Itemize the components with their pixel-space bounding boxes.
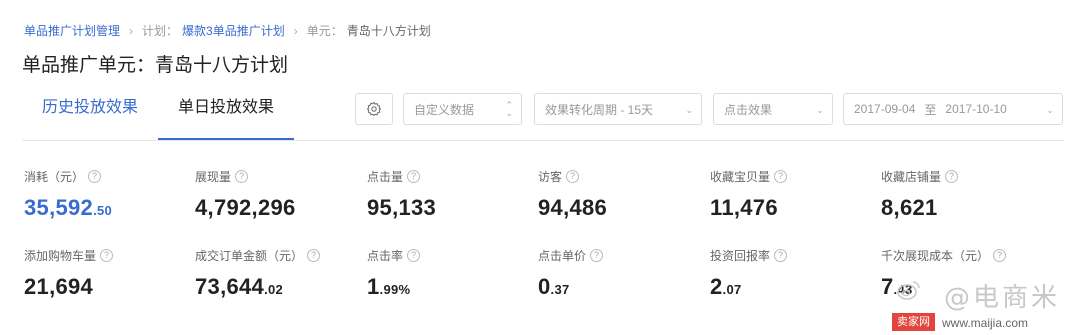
tabs-divider <box>22 140 1064 141</box>
watermark: @电商米 卖家网 www.maijia.com <box>890 275 1070 331</box>
metric-label: 展现量 <box>195 170 232 184</box>
help-icon[interactable]: ? <box>88 170 102 183</box>
metric-label: 消耗（元） <box>24 170 85 184</box>
watermark-badge: 卖家网 <box>892 313 935 331</box>
date-start: 2017-09-04 <box>854 102 916 116</box>
watermark-text: @电商米 <box>943 283 1060 313</box>
metric-label: 添加购物车量 <box>24 249 97 263</box>
metric-cpc: 点击单价? 0.37 <box>538 247 604 300</box>
metric-label: 投资回报率 <box>710 249 771 263</box>
help-icon[interactable]: ? <box>774 170 788 183</box>
custom-data-select[interactable]: 自定义数据 ⌃ ⌄ <box>403 93 522 125</box>
weibo-logo-icon <box>897 281 920 300</box>
metric-value: 95,133 <box>367 195 437 220</box>
breadcrumb: 单品推广计划管理 › 计划： 爆款3单品推广计划 › 单元： 青岛十八方计划 <box>24 22 431 39</box>
metric-value: 2.07 <box>710 274 742 299</box>
metric-value: 11,476 <box>710 195 778 220</box>
metric-label: 点击量 <box>367 170 404 184</box>
tab-bar: 历史投放效果 单日投放效果 <box>22 88 295 141</box>
breadcrumb-unit-current: 青岛十八方计划 <box>346 24 431 38</box>
help-icon[interactable]: ? <box>407 170 421 183</box>
help-icon[interactable]: ? <box>235 170 249 183</box>
metric-label: 点击单价 <box>538 249 587 263</box>
help-icon[interactable]: ? <box>590 249 604 262</box>
effect-type-select[interactable]: 点击效果 ⌄ <box>713 93 833 125</box>
help-icon[interactable]: ? <box>307 249 321 262</box>
metric-shop-favorites: 收藏店铺量? 8,621 <box>881 168 959 221</box>
breadcrumb-chevron-icon: › <box>129 23 134 38</box>
tab-history-effect[interactable]: 历史投放效果 <box>22 88 158 140</box>
breadcrumb-unit-prefix: 单元： <box>306 24 343 38</box>
metric-label: 点击率 <box>367 249 404 263</box>
settings-button[interactable] <box>355 93 393 125</box>
updown-caret-icon: ⌃ ⌄ <box>505 100 513 118</box>
metric-value: 35,592.50 <box>24 195 113 220</box>
help-icon[interactable]: ? <box>100 249 114 262</box>
metric-value: 1.99% <box>367 274 411 299</box>
metric-cost: 消耗（元）? 35,592.50 <box>24 168 112 221</box>
gear-icon <box>366 101 382 117</box>
breadcrumb-plan-prefix: 计划： <box>142 24 179 38</box>
metric-value: 21,694 <box>24 274 94 299</box>
metric-item-favorites: 收藏宝贝量? 11,476 <box>710 168 788 221</box>
breadcrumb-plan-link[interactable]: 爆款3单品推广计划 <box>182 22 285 39</box>
metric-add-to-cart: 添加购物车量? 21,694 <box>24 247 114 300</box>
effect-type-label: 点击效果 <box>724 102 773 117</box>
breadcrumb-chevron-icon: › <box>293 23 298 38</box>
help-icon[interactable]: ? <box>774 249 788 262</box>
metric-label: 成交订单金额（元） <box>195 249 304 263</box>
metric-ctr: 点击率? 1.99% <box>367 247 421 300</box>
metric-label: 千次展现成本（元） <box>881 249 990 263</box>
metric-clicks: 点击量? 95,133 <box>367 168 436 221</box>
metric-label: 收藏宝贝量 <box>710 170 771 184</box>
page-title: 单品推广单元：青岛十八方计划 <box>22 55 289 76</box>
conversion-period-label: 效果转化周期 - 15天 <box>545 102 654 117</box>
chevron-down-icon: ⌄ <box>1046 105 1054 115</box>
metric-label: 收藏店铺量 <box>881 170 942 184</box>
chevron-down-icon: ⌄ <box>685 105 693 115</box>
help-icon[interactable]: ? <box>566 170 580 183</box>
metric-order-amount: 成交订单金额（元）? 73,644.02 <box>195 247 321 300</box>
metric-value: 4,792,296 <box>195 195 296 220</box>
help-icon[interactable]: ? <box>993 249 1007 262</box>
help-icon[interactable]: ? <box>407 249 421 262</box>
metric-value: 73,644.02 <box>195 274 284 299</box>
tab-daily-effect[interactable]: 单日投放效果 <box>158 88 295 140</box>
date-end: 2017-10-10 <box>945 102 1007 116</box>
watermark-url: www.maijia.com <box>942 316 1029 330</box>
metric-value: 8,621 <box>881 195 938 220</box>
custom-data-select-label: 自定义数据 <box>414 102 475 117</box>
metric-impressions: 展现量? 4,792,296 <box>195 168 296 221</box>
metric-value: 94,486 <box>538 195 608 220</box>
chevron-down-icon: ⌄ <box>816 105 824 115</box>
breadcrumb-root-link[interactable]: 单品推广计划管理 <box>24 22 120 39</box>
metric-visitors: 访客? 94,486 <box>538 168 607 221</box>
metric-value: 0.37 <box>538 274 570 299</box>
metric-roi: 投资回报率? 2.07 <box>710 247 788 300</box>
metric-label: 访客 <box>538 170 563 184</box>
date-range-separator: 至 <box>924 102 937 117</box>
help-icon[interactable]: ? <box>945 170 959 183</box>
date-range-picker[interactable]: 2017-09-04 至 2017-10-10 ⌄ <box>843 93 1063 125</box>
conversion-period-select[interactable]: 效果转化周期 - 15天 ⌄ <box>534 93 702 125</box>
